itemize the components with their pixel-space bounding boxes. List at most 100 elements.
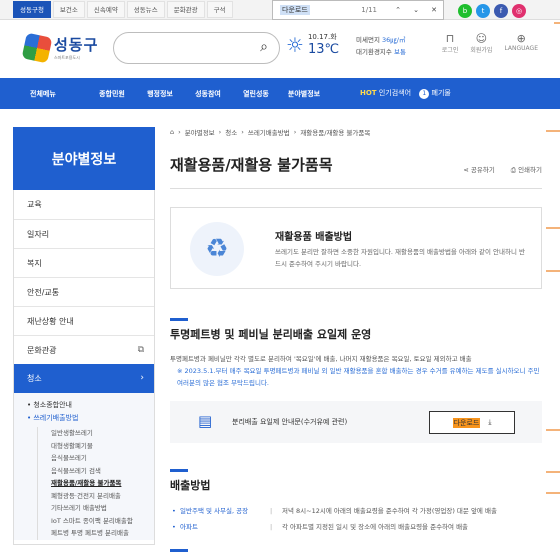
document-icon: ▤ [198, 412, 213, 430]
print-button[interactable]: ⎙ 인쇄하기 [511, 164, 542, 175]
nav-civil[interactable]: 종합민원 [88, 89, 136, 99]
recycle-icon: ♻ [190, 222, 244, 276]
download-label: 다운로드 [452, 417, 481, 428]
fine-dust-value: 36㎍/㎥ [382, 36, 406, 44]
weather-temp: 13℃ [307, 42, 340, 57]
sub2-item-current[interactable]: 재활용품/재활용 불가품목 [51, 477, 154, 490]
lock-icon: ⊓ [445, 32, 455, 45]
side-item-welfare[interactable]: 복지 [14, 248, 154, 277]
find-query[interactable]: 다운로드 [280, 5, 310, 15]
download-icon: ⤓ [488, 418, 492, 426]
hot-keyword: 폐기물 [431, 89, 451, 97]
method-key: 일반주택 및 사무실, 공장 [170, 505, 270, 518]
tab-health[interactable]: 보건소 [52, 1, 85, 18]
blog-icon[interactable]: b [458, 4, 472, 18]
sub2-item[interactable]: 페트병 투명 페트병 분리배출 [51, 527, 154, 540]
chevron-down-icon[interactable]: ⌄ [407, 6, 425, 14]
section-notice: ※ 2023.5.1.부터 매주 목요일 투명페트병과 페비닐 외 일반 재활용… [177, 367, 540, 387]
sub-item-disposal[interactable]: • 쓰레기배출방법 [27, 412, 154, 425]
breadcrumb-item[interactable]: 분야별정보 [185, 127, 215, 137]
user-icon: ☺ [475, 32, 488, 45]
hot-rank: 1 [419, 89, 430, 99]
side-item-disaster[interactable]: 재난상황 안내 [14, 306, 154, 335]
info-title: 재활용품 배출방법 [275, 232, 353, 243]
section-heading: 투명페트병 및 페비닐 분리배출 요일제 운영 [170, 328, 372, 341]
sun-icon: ☼ [286, 32, 304, 57]
download-button[interactable]: 다운로드 ⤓ [429, 411, 515, 434]
side-item-culture[interactable]: 문화관광 ⧉ [14, 335, 154, 364]
side-item-culture-label: 문화관광 [27, 346, 57, 355]
all-menu-button[interactable]: 전체메뉴 [0, 89, 88, 99]
sub2-item[interactable]: 대형생활폐기물 [51, 440, 154, 453]
breadcrumb-item[interactable]: 청소 [225, 127, 237, 137]
tab-news[interactable]: 성동뉴스 [126, 1, 165, 18]
hot-label: HOT [360, 89, 377, 97]
sub-item-label: 쓰레기배출방법 [33, 414, 79, 422]
sub2-item[interactable]: 음식물쓰레기 [51, 452, 154, 465]
tab-seongdong[interactable]: 성동구청 [13, 1, 51, 18]
tab-booking[interactable]: 신속예약 [86, 1, 125, 18]
share-label: 공유하기 [470, 166, 495, 174]
sub2-item[interactable]: 폐형광등·건전지 분리배출 [51, 490, 154, 503]
find-bar: 다운로드 1/11 ⌃ ⌄ ✕ [272, 0, 444, 20]
language-button[interactable]: ⊕ LANGUAGE [504, 32, 538, 54]
sub2-item[interactable]: 기타쓰레기 배출방법 [51, 502, 154, 515]
nav-admin[interactable]: 행정정보 [136, 89, 184, 99]
method-key: 아파트 [170, 521, 270, 534]
section-heading: 배출방법 [170, 479, 211, 492]
side-item-cleaning[interactable]: 청소 › [14, 364, 154, 393]
hot-keywords[interactable]: HOT 인기검색어 1 폐기물 [360, 88, 451, 99]
login-button[interactable]: ⊓ 로그인 [442, 32, 459, 54]
facebook-icon[interactable]: f [494, 4, 508, 18]
info-box: ♻ 재활용품 배출방법 쓰레기도 분리만 잘하면 소중한 자원입니다. 재활용품… [170, 207, 542, 289]
find-count: 1/11 [361, 6, 377, 14]
header-utilities: ⊓ 로그인 ☺ 회원가입 ⊕ LANGUAGE [442, 32, 538, 54]
main-navigation: 전체메뉴 종합민원 행정정보 성동참여 열린성동 분야별정보 HOT 인기검색어… [0, 78, 560, 109]
search-icon[interactable]: ⌕ [260, 39, 268, 55]
section-text: 투명페트병과 페비닐만 각각 별도로 분리하여 '목요일'에 배출, 나머지 재… [170, 355, 472, 363]
weather-widget: ☼ 10.17.화 13℃ [286, 32, 340, 58]
home-icon[interactable]: ⌂ [170, 128, 174, 136]
close-icon[interactable]: ✕ [425, 6, 443, 14]
nav-field-info[interactable]: 분야별정보 [280, 89, 328, 99]
sub2-item[interactable]: 일반생활쓰레기 [51, 427, 154, 440]
external-link-icon: ⧉ [137, 345, 144, 355]
logo-mark-icon [21, 32, 53, 63]
side-item-safety[interactable]: 안전/교통 [14, 277, 154, 306]
side-item-education[interactable]: 교육 [14, 190, 154, 219]
download-box: ▤ 분리배출 요일제 안내문(수거유예 관련) 다운로드 ⤓ [170, 401, 542, 443]
tab-culture[interactable]: 문화관광 [166, 1, 205, 18]
method-row: 일반주택 및 사무실, 공장|저녁 8시~12시에 아래의 배출요령을 준수하여… [170, 505, 542, 518]
breadcrumb-item[interactable]: 쓰레기배출방법 [248, 127, 290, 137]
share-button[interactable]: ⋖ 공유하기 [463, 164, 494, 175]
logo-slogan: 스마트포용도시 [54, 55, 80, 60]
instagram-icon[interactable]: ◎ [512, 4, 526, 18]
social-links: b t f ◎ [458, 4, 526, 18]
sub-item-label: 청소종합안내 [33, 401, 72, 409]
sub-item-cleaning-guide[interactable]: • 청소종합안내 [27, 399, 154, 412]
language-label: LANGUAGE [504, 45, 538, 52]
chevron-right-icon: › [140, 373, 144, 383]
download-file-name: 분리배출 요일제 안내문(수거유예 관련) [232, 418, 348, 426]
fine-dust-label: 미세먼지 [356, 36, 380, 44]
globe-icon: ⊕ [516, 32, 526, 45]
chevron-up-icon[interactable]: ⌃ [389, 6, 407, 14]
search-input[interactable]: ⌕ [113, 32, 280, 64]
nav-participation[interactable]: 성동참여 [184, 89, 232, 99]
site-header: 성동구 스마트포용도시 ⌕ ☼ 10.17.화 13℃ 미세먼지 36㎍/㎥ 대… [0, 20, 560, 78]
breadcrumb-current[interactable]: 재활용품/재활용 불가품목 [300, 127, 370, 137]
signup-button[interactable]: ☺ 회원가입 [470, 32, 492, 54]
print-label: 인쇄하기 [518, 166, 542, 174]
nav-open[interactable]: 열린성동 [232, 89, 280, 99]
side-navigation: 분야별정보 교육 일자리 복지 안전/교통 재난상황 안내 문화관광 ⧉ 청소 › … [13, 127, 155, 545]
sub2-item[interactable]: IoT 스마트 종이팩 분리배출함 [51, 515, 154, 528]
twitter-icon[interactable]: t [476, 4, 490, 18]
site-logo[interactable]: 성동구 스마트포용도시 [21, 32, 98, 63]
side-nav-title: 분야별정보 [13, 127, 155, 190]
sub2-item[interactable]: 음식물쓰레기 검색 [51, 465, 154, 478]
side-item-cleaning-label: 청소 [27, 374, 42, 383]
tab-district[interactable]: 구석 [206, 1, 233, 18]
side-item-jobs[interactable]: 일자리 [14, 219, 154, 248]
hot-text: 인기검색어 [378, 89, 412, 97]
weather-date: 10.17.화 [307, 33, 337, 41]
